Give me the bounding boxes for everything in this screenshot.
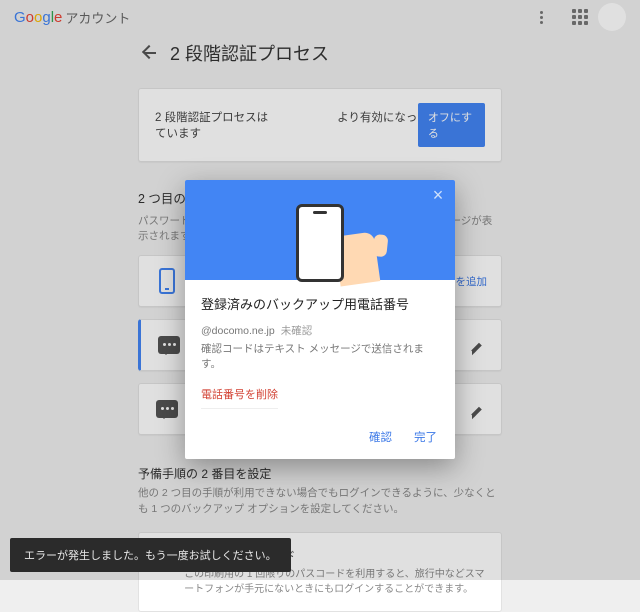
modal-desc: 確認コードはテキスト メッセージで送信されます。	[201, 341, 439, 371]
modal-phone-line: @docomo.ne.jp未確認	[201, 323, 439, 338]
error-toast: エラーが発生しました。もう一度お試しください。	[10, 538, 291, 572]
close-icon[interactable]: ×	[429, 186, 447, 204]
done-button[interactable]: 完了	[414, 429, 437, 445]
modal-hero: ×	[185, 180, 455, 280]
backup-phone-modal: × 登録済みのバックアップ用電話番号 @docomo.ne.jp未確認 確認コー…	[185, 180, 455, 459]
delete-phone-link[interactable]: 電話番号を削除	[201, 386, 278, 409]
modal-title: 登録済みのバックアップ用電話番号	[201, 294, 439, 313]
modal-overlay: × 登録済みのバックアップ用電話番号 @docomo.ne.jp未確認 確認コー…	[0, 0, 640, 580]
confirm-button[interactable]: 確認	[369, 429, 392, 445]
phone-illustration	[296, 204, 344, 282]
